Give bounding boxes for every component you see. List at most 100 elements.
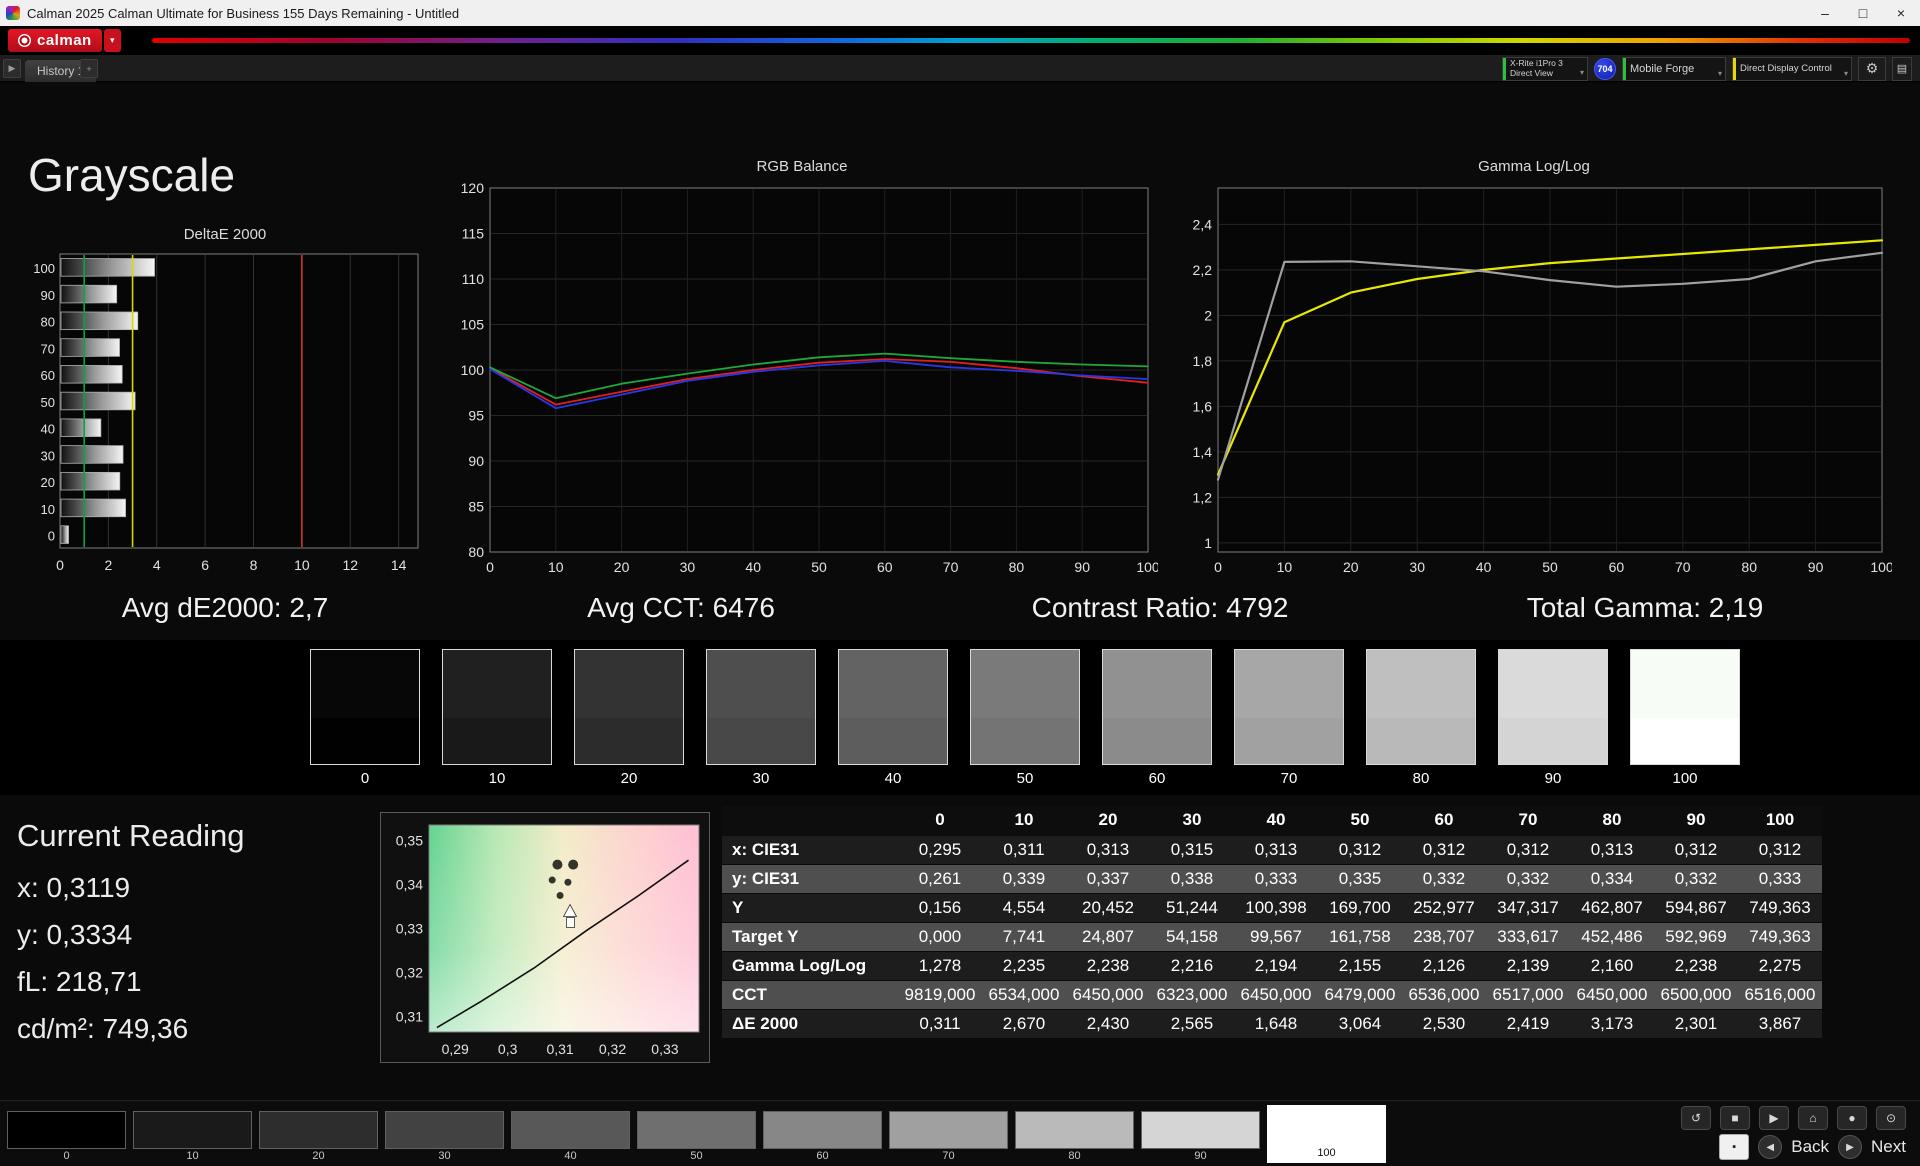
svg-text:1: 1 [1204, 535, 1212, 551]
test-patch-50[interactable] [637, 1111, 756, 1149]
table-cell: 452,486 [1570, 922, 1654, 951]
table-cell: 4,554 [982, 893, 1066, 922]
stop-button[interactable]: ■ [1720, 1106, 1750, 1130]
svg-text:0,29: 0,29 [442, 1041, 469, 1057]
back-icon[interactable]: ◀ [1758, 1135, 1782, 1159]
svg-text:80: 80 [468, 544, 484, 560]
table-cell: 161,758 [1318, 922, 1402, 951]
patch-square-icon: ▪ [1732, 1141, 1736, 1153]
test-patch-100[interactable]: 100 [1267, 1105, 1386, 1163]
back-button[interactable]: Back [1791, 1137, 1829, 1157]
play-button[interactable]: ▶ [1759, 1106, 1789, 1130]
display-control-select[interactable]: Direct Display Control ▾ [1732, 57, 1852, 81]
total-gamma-stat: Total Gamma: 2,19 [1420, 592, 1870, 624]
table-cell: 6536,000 [1402, 980, 1486, 1009]
reading-x: x: 0,3119 [17, 872, 130, 904]
source-name: Mobile Forge [1630, 63, 1725, 75]
next-icon[interactable]: ▶ [1838, 1135, 1862, 1159]
swatch-label: 50 [970, 770, 1080, 787]
grayscale-swatch-10 [442, 649, 552, 765]
minimize-button[interactable]: – [1806, 0, 1844, 26]
svg-text:0,33: 0,33 [651, 1041, 678, 1057]
cie-chromaticity-chart: 0,290,30,310,320,330,350,340,330,320,31 [380, 812, 710, 1063]
power-button[interactable]: ⊙ [1876, 1106, 1906, 1130]
gear-icon: ⚙ [1866, 60, 1879, 77]
home-button[interactable]: ⌂ [1798, 1106, 1828, 1130]
next-button[interactable]: Next [1871, 1137, 1906, 1157]
gamma-chart-plot: 2,42,221,81,61,41,2101020304050607080901… [1176, 180, 1892, 580]
swatch-label: 60 [1102, 770, 1212, 787]
record-icon: ● [1848, 1111, 1855, 1125]
table-cell: 2,194 [1234, 951, 1318, 980]
add-page-button[interactable]: + [80, 59, 98, 78]
source-select[interactable]: Mobile Forge ▾ [1622, 57, 1726, 81]
test-patch-10[interactable] [133, 1111, 252, 1149]
test-patch-20[interactable] [259, 1111, 378, 1149]
page-nav-button[interactable]: ▶ [3, 59, 21, 78]
swatch-target [1235, 718, 1343, 764]
swatch-target [971, 718, 1079, 764]
grayscale-swatch-100 [1630, 649, 1740, 765]
display-control-name: Direct Display Control [1740, 63, 1851, 74]
table-cell: 2,419 [1486, 1009, 1570, 1038]
svg-text:80: 80 [1009, 559, 1025, 575]
table-cell: 2,238 [1066, 951, 1150, 980]
table-cell: 0,339 [982, 864, 1066, 893]
swatch-actual [707, 650, 815, 718]
table-cell: 0,261 [898, 864, 982, 893]
table-cell: 0,333 [1234, 864, 1318, 893]
svg-text:90: 90 [1074, 559, 1090, 575]
svg-text:0,32: 0,32 [396, 965, 423, 981]
swatch-actual [311, 650, 419, 718]
test-patch-40[interactable] [511, 1111, 630, 1149]
undo-button[interactable]: ↺ [1681, 1106, 1711, 1130]
svg-text:0: 0 [486, 559, 494, 575]
titlebar: Calman 2025 Calman Ultimate for Business… [0, 0, 1920, 26]
svg-text:110: 110 [462, 271, 485, 287]
table-cell: 0,000 [898, 922, 982, 951]
test-patch-60[interactable] [763, 1111, 882, 1149]
table-cell: 0,333 [1738, 864, 1822, 893]
svg-text:0,35: 0,35 [396, 832, 423, 848]
table-cell: 0,311 [898, 1009, 982, 1038]
svg-text:0,3: 0,3 [498, 1041, 518, 1057]
record-button[interactable]: ● [1837, 1106, 1867, 1130]
play-icon: ▶ [1769, 1111, 1778, 1125]
svg-text:30: 30 [680, 559, 696, 575]
swatch-actual [1235, 650, 1343, 718]
current-reading-title: Current Reading [17, 818, 244, 854]
svg-text:60: 60 [41, 368, 55, 383]
panel-toggle-button[interactable]: ▤ [1892, 57, 1912, 81]
grayscale-swatch-40 [838, 649, 948, 765]
meter-mode: Direct View [1510, 69, 1587, 79]
table-cell: 0,295 [898, 835, 982, 864]
svg-text:14: 14 [391, 557, 407, 573]
table-cell: 0,312 [1402, 835, 1486, 864]
test-patch-80[interactable] [1015, 1111, 1134, 1149]
chevron-down-icon: ▾ [1580, 68, 1584, 77]
test-patch-70[interactable] [889, 1111, 1008, 1149]
meter-select[interactable]: X-Rite i1Pro 3 Direct View ▾ [1502, 57, 1588, 81]
test-patch-30[interactable] [385, 1111, 504, 1149]
svg-text:1,8: 1,8 [1193, 353, 1213, 369]
close-button[interactable]: × [1882, 0, 1920, 26]
table-cell: 0,334 [1570, 864, 1654, 893]
svg-text:115: 115 [462, 226, 485, 242]
settings-button[interactable]: ⚙ [1858, 57, 1886, 81]
table-cell: 2,670 [982, 1009, 1066, 1038]
table-cell: 0,312 [1738, 835, 1822, 864]
patch-label: 30 [385, 1150, 504, 1162]
reading-fl: fL: 218,71 [17, 966, 142, 998]
svg-text:100: 100 [1870, 559, 1892, 575]
swatch-actual [1631, 650, 1739, 718]
swatch-label: 20 [574, 770, 684, 787]
spectrum-strip [152, 38, 1910, 43]
table-cell: 0,332 [1654, 864, 1738, 893]
test-patch-90[interactable] [1141, 1111, 1260, 1149]
calman-logo[interactable]: calman [8, 29, 102, 52]
maximize-button[interactable]: □ [1844, 0, 1882, 26]
patch-window-button[interactable]: ▪ [1719, 1134, 1749, 1160]
logo-menu-button[interactable]: ▾ [104, 29, 121, 52]
table-cell: 20,452 [1066, 893, 1150, 922]
test-patch-0[interactable] [7, 1111, 126, 1149]
